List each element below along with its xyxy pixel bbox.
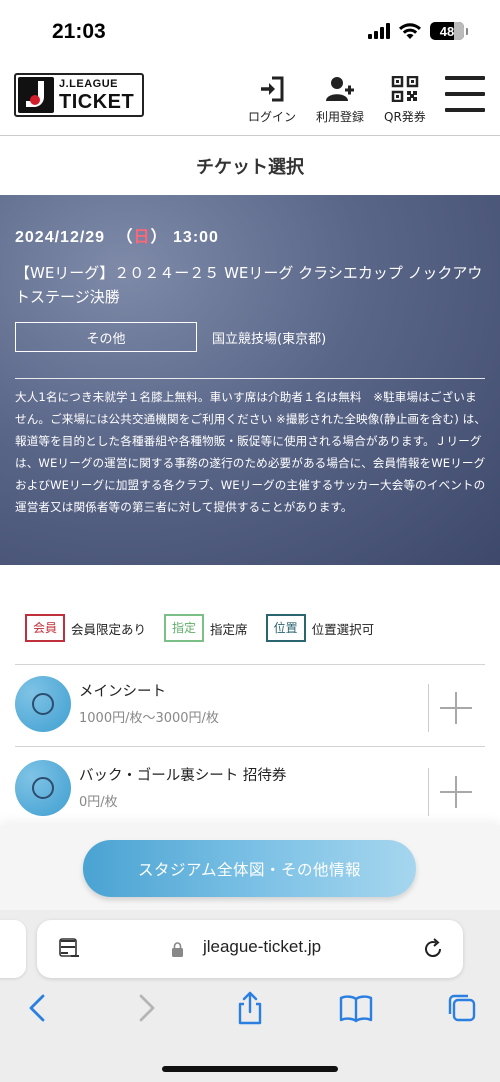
member-legend-text: 会員限定あり [71, 621, 147, 637]
seat-price: 0円/枚 [79, 795, 118, 810]
back-chevron-icon[interactable] [20, 990, 56, 1026]
cellular-signal-icon [368, 23, 390, 39]
battery-tip [466, 27, 468, 35]
register-button[interactable]: 利用登録 [316, 76, 364, 125]
expand-plus-icon[interactable] [440, 692, 472, 724]
floating-action-area: スタジアム全体図・その他情報 [0, 825, 500, 910]
jleague-logo-icon [18, 77, 54, 113]
url-text: jleague-ticket.jp [202, 937, 322, 956]
qr-label: QR発券 [384, 110, 426, 124]
forward-chevron-icon[interactable] [128, 990, 164, 1026]
address-bar[interactable]: jleague-ticket.jp [37, 920, 463, 978]
expand-plus-icon[interactable] [440, 776, 472, 808]
bookmarks-icon[interactable] [338, 990, 374, 1026]
battery-icon: 48 [430, 22, 464, 40]
reserved-legend-text: 指定席 [210, 621, 248, 637]
reserved-badge: 指定 [164, 614, 205, 642]
logo-text: J.LEAGUE TICKET [59, 77, 135, 113]
day-open-bracket: （ [116, 229, 134, 246]
status-time: 21:03 [52, 20, 106, 43]
event-title: 【WEリーグ】２０２４ー２５ WEリーグ クラシエカップ ノックアウトステージ決… [15, 264, 483, 306]
browser-toolbar: jleague-ticket.jp [0, 910, 500, 1082]
register-label: 利用登録 [316, 110, 365, 124]
seat-legend: 会員 会員限定あり 指定 指定席 位置 位置選択可 [25, 614, 392, 642]
site-header: J.LEAGUE TICKET ログイン 利用登録 QR発券 [0, 66, 500, 136]
battery-level: 48 [439, 23, 455, 39]
logo-top-text: J.LEAGUE [59, 77, 119, 90]
login-icon [261, 76, 284, 102]
seat-row-divider [15, 746, 485, 747]
event-category-tag: その他 [15, 322, 197, 352]
event-banner: 2024/12/29 （日） 13:00 【WEリーグ】２０２４ー２５ WEリー… [0, 195, 500, 565]
event-time: 13:00 [173, 229, 219, 246]
status-bar: 21:03 48 [0, 0, 500, 66]
login-button[interactable]: ログイン [248, 76, 296, 125]
logo-bottom-text: TICKET [59, 90, 135, 113]
wifi-icon [399, 22, 421, 39]
seat-divider-vertical [428, 684, 429, 732]
reload-icon[interactable] [421, 937, 445, 961]
seat-divider-vertical [428, 768, 429, 816]
menu-icon[interactable] [445, 74, 485, 114]
tabs-icon[interactable] [444, 990, 480, 1026]
seat-row-back-goal[interactable]: バック・ゴール裏シート 招待券 0円/枚 [15, 748, 485, 818]
position-badge: 位置 [265, 614, 306, 642]
previous-tab-preview[interactable] [0, 920, 26, 978]
day-close-bracket: ） [150, 229, 168, 246]
seat-select-radio-icon[interactable] [15, 760, 71, 816]
event-day-of-week: 日 [133, 229, 151, 246]
seat-price: 1000円/枚〜3000円/枚 [79, 711, 219, 726]
jleague-ticket-logo[interactable]: J.LEAGUE TICKET [14, 73, 144, 117]
seat-select-radio-icon[interactable] [15, 676, 71, 732]
login-label: ログイン [248, 110, 297, 124]
event-venue: 国立競技場(東京都) [212, 332, 327, 347]
qr-code-icon [391, 76, 419, 102]
seat-row-main[interactable]: メインシート 1000円/枚〜3000円/枚 [15, 664, 485, 734]
stadium-info-button[interactable]: スタジアム全体図・その他情報 [83, 840, 416, 897]
event-notes: 大人1名につき未就学１名膝上無料。車いす席は介助者１名は無料 ※駐車場はございま… [15, 390, 486, 514]
qr-ticket-button[interactable]: QR発券 [384, 76, 426, 125]
page-title: チケット選択 [0, 137, 500, 195]
browser-nav-row [0, 990, 500, 1034]
seat-name: メインシート [79, 684, 166, 700]
seat-name: バック・ゴール裏シート 招待券 [79, 768, 287, 784]
event-date: 2024/12/29 [15, 229, 106, 246]
home-indicator [162, 1066, 338, 1072]
event-divider [15, 378, 485, 379]
position-legend-text: 位置選択可 [311, 621, 375, 637]
status-icons: 48 [368, 22, 468, 40]
share-icon[interactable] [232, 990, 268, 1026]
event-datetime: 2024/12/29 （日） 13:00 [15, 223, 219, 247]
add-user-icon [326, 77, 354, 101]
member-badge: 会員 [25, 614, 66, 642]
